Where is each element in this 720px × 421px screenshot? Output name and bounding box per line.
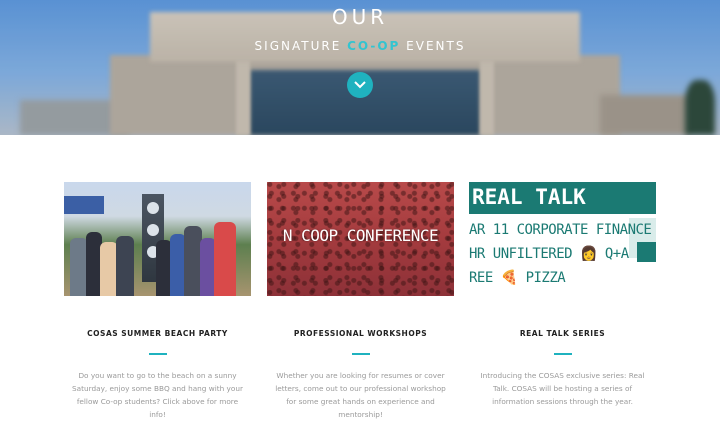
divider (351, 353, 370, 355)
conference-image[interactable]: N COOP CONFERENCE (267, 182, 454, 296)
hero-banner: OUR SIGNATURE CO-OP EVENTS (0, 0, 720, 135)
hero-subtitle-accent: CO-OP (347, 39, 401, 53)
event-card: REAL TALK AR 11 CORPORATE FINANCE HR UNF… (469, 182, 656, 408)
real-talk-line: HR UNFILTERED 👩 Q+A (469, 246, 629, 262)
divider (148, 353, 167, 355)
real-talk-heading: REAL TALK (472, 185, 586, 209)
image-detail (147, 224, 159, 236)
chevron-down-icon (354, 81, 366, 89)
beach-party-image[interactable] (64, 182, 251, 296)
hero-title: OUR (331, 5, 389, 29)
conference-image-text: N COOP CONFERENCE (282, 226, 439, 245)
event-description: Introducing the COSAS exclusive series: … (480, 371, 645, 406)
events-section: COSAS SUMMER BEACH PARTY Do you want to … (0, 182, 720, 419)
real-talk-line: AR 11 CORPORATE FINANCE (469, 222, 652, 238)
divider (553, 353, 572, 355)
image-detail (64, 196, 104, 214)
event-description: Do you want to go to the beach on a sunn… (72, 371, 243, 419)
event-title: COSAS SUMMER BEACH PARTY (87, 329, 228, 338)
event-card: N COOP CONFERENCE PROFESSIONAL WORKSHOPS… (267, 182, 454, 421)
image-detail (214, 222, 236, 296)
image-heading-bar: REAL TALK (469, 182, 656, 214)
event-description: Whether you are looking for resumes or c… (275, 371, 446, 419)
scroll-down-button[interactable] (347, 72, 373, 98)
hero-subtitle-pre: SIGNATURE (254, 39, 342, 53)
event-card: COSAS SUMMER BEACH PARTY Do you want to … (64, 182, 251, 421)
hero-subtitle: SIGNATURE CO-OP EVENTS (0, 39, 720, 53)
real-talk-image[interactable]: REAL TALK AR 11 CORPORATE FINANCE HR UNF… (469, 182, 656, 296)
image-detail (147, 202, 159, 214)
event-title: PROFESSIONAL WORKSHOPS (293, 329, 428, 338)
image-detail (637, 242, 656, 262)
image-detail (116, 236, 134, 296)
real-talk-line: REE 🍕 PIZZA (469, 270, 566, 286)
hero-subtitle-post: EVENTS (406, 39, 466, 53)
event-title: REAL TALK SERIES (519, 329, 606, 338)
